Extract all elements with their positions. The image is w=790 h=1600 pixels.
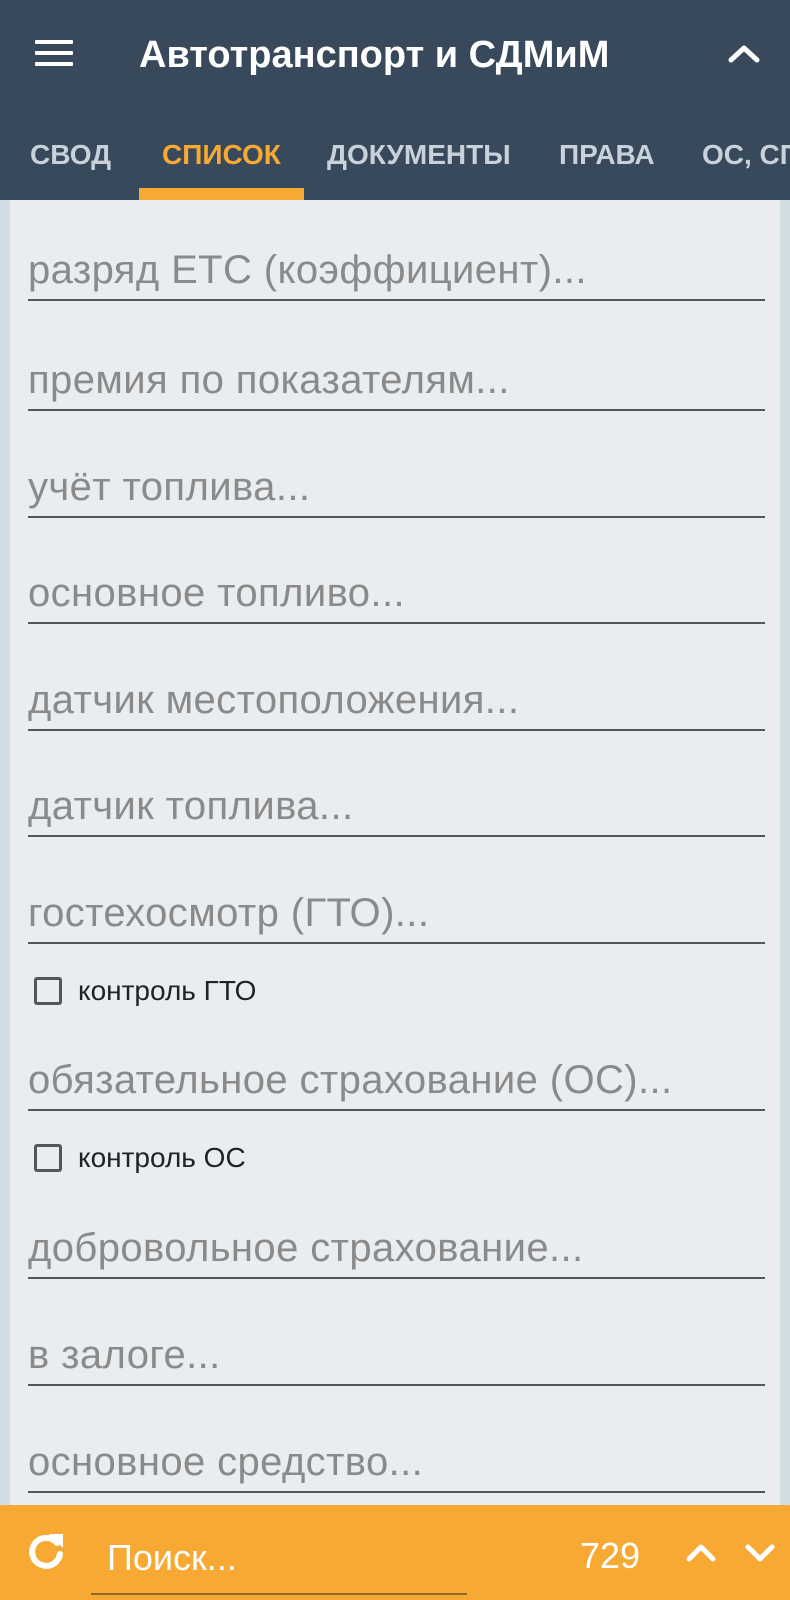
field-placeholder: премия по показателям... — [28, 358, 510, 402]
menu-line — [35, 62, 73, 66]
os-control-checkbox-row[interactable]: контроль ОС — [34, 1138, 246, 1178]
chevron-down-icon — [745, 1544, 775, 1562]
refresh-button[interactable] — [26, 1530, 66, 1572]
field-placeholder: разряд ЕТС (коэффициент)... — [28, 248, 587, 292]
menu-line — [35, 40, 73, 44]
search-input[interactable]: Поиск... — [91, 1523, 467, 1595]
previous-result-button[interactable] — [683, 1535, 719, 1571]
app-title: Автотранспорт и СДМиМ — [139, 34, 610, 76]
next-result-button[interactable] — [742, 1535, 778, 1571]
right-edge-strip — [780, 200, 790, 1505]
left-edge-strip — [0, 200, 10, 1505]
result-count: 729 — [580, 1535, 641, 1576]
mandatory-insurance-field[interactable]: обязательное страхование (ОС)... — [28, 1051, 765, 1111]
field-placeholder: датчик топлива... — [28, 784, 354, 828]
collapse-button[interactable] — [724, 38, 764, 70]
location-sensor-field[interactable]: датчик местоположения... — [28, 671, 765, 731]
gto-field[interactable]: гостехосмотр (ГТО)... — [28, 884, 765, 944]
fuel-accounting-field[interactable]: учёт топлива... — [28, 458, 765, 518]
main-fuel-field[interactable]: основное топливо... — [28, 564, 765, 624]
field-placeholder: в залоге... — [28, 1333, 221, 1377]
fixed-asset-field[interactable]: основное средство... — [28, 1433, 765, 1493]
search-placeholder: Поиск... — [107, 1537, 237, 1578]
bottom-search-bar: Поиск... 729 — [0, 1505, 790, 1600]
os-control-checkbox[interactable] — [34, 1144, 62, 1172]
tab-bar: СВОД СПИСОК ДОКУМЕНТЫ ПРАВА ОС, СП — [0, 118, 790, 200]
chevron-up-icon — [686, 1544, 716, 1562]
menu-line — [35, 51, 73, 55]
field-placeholder: датчик местоположения... — [28, 678, 520, 722]
field-placeholder: учёт топлива... — [28, 465, 311, 509]
checkbox-label: контроль ГТО — [78, 975, 257, 1006]
field-placeholder: добровольное страхование... — [28, 1226, 584, 1270]
voluntary-insurance-field[interactable]: добровольное страхование... — [28, 1219, 765, 1279]
checkbox-label: контроль ОС — [78, 1142, 246, 1173]
tab-os-sp[interactable]: ОС, СП — [702, 118, 790, 200]
fuel-sensor-field[interactable]: датчик топлива... — [28, 777, 765, 837]
menu-button[interactable] — [35, 40, 73, 70]
field-placeholder: гостехосмотр (ГТО)... — [28, 891, 430, 935]
ets-grade-field[interactable]: разряд ЕТС (коэффициент)... — [28, 241, 765, 301]
gto-control-checkbox-row[interactable]: контроль ГТО — [34, 971, 256, 1011]
pledged-field[interactable]: в залоге... — [28, 1326, 765, 1386]
active-tab-indicator — [139, 188, 304, 200]
tab-dokumenty[interactable]: ДОКУМЕНТЫ — [327, 118, 511, 200]
field-placeholder: основное средство... — [28, 1440, 424, 1484]
chevron-up-icon — [728, 45, 760, 63]
tab-svod[interactable]: СВОД — [30, 118, 111, 200]
field-placeholder: основное топливо... — [28, 571, 405, 615]
bonus-indicators-field[interactable]: премия по показателям... — [28, 351, 765, 411]
app-bar: Автотранспорт и СДМиМ СВОД СПИСОК ДОКУМЕ… — [0, 0, 790, 200]
gto-control-checkbox[interactable] — [34, 977, 62, 1005]
refresh-icon — [29, 1534, 63, 1569]
tab-prava[interactable]: ПРАВА — [559, 118, 655, 200]
field-placeholder: обязательное страхование (ОС)... — [28, 1058, 673, 1102]
